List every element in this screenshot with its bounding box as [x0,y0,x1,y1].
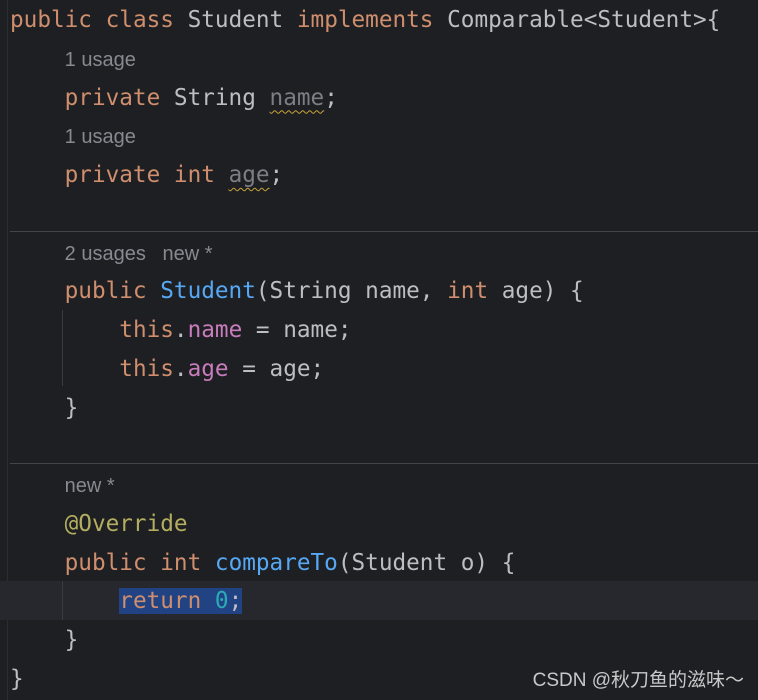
code-token: public [64,278,161,305]
code-token: String [173,84,270,111]
code-token: @Override [64,510,188,537]
inlay-hint-line[interactable]: 2 usages new * [10,234,213,273]
code-token: ; [324,84,338,111]
code-token: private [64,84,174,111]
code-token: int [160,549,215,576]
method-separator [10,231,758,232]
code-line[interactable]: } [10,621,79,660]
code-editor[interactable]: public class Student implements Comparab… [0,0,758,700]
code-token: implements [296,7,448,33]
inlay-hint-line[interactable]: 1 usage [10,40,136,79]
code-token: (String name, [255,278,448,305]
code-token: . [173,317,188,343]
code-token: } [64,394,79,421]
code-line[interactable]: private int age; [10,156,284,195]
code-token: ; [269,162,284,188]
code-token: age) { [501,278,584,305]
code-line[interactable]: private String name; [10,79,338,118]
method-separator [10,463,758,464]
code-line[interactable]: @Override [10,505,188,544]
code-token: age [187,355,229,382]
code-token: public [10,7,106,33]
code-token: int [447,278,502,305]
inlay-hint[interactable]: 1 usage [65,126,136,148]
code-token: . [173,355,188,382]
code-token: = name; [242,317,352,343]
code-token: age [228,162,270,188]
code-token: this [119,317,174,343]
code-token: ; [228,588,243,615]
code-token: Student [187,7,297,33]
code-line[interactable]: this.name = name; [10,311,352,350]
inlay-hint[interactable]: new * [65,475,115,497]
code-token: (Student o) { [337,549,516,576]
code-line[interactable]: return 0; [10,582,243,621]
code-token: compareTo [214,549,338,576]
code-token: } [10,665,24,692]
code-line[interactable]: public Student(String name, int age) { [10,272,584,311]
code-token: = age; [228,355,325,382]
code-line[interactable]: } [10,389,79,428]
code-token: 0 [214,588,229,615]
inlay-hint-line[interactable]: 1 usage [10,117,136,156]
code-line[interactable]: this.age = age; [10,350,324,389]
code-line[interactable]: } [10,660,24,699]
code-token: return [119,588,215,615]
code-line[interactable]: public int compareTo(Student o) { [10,544,516,583]
code-token: this [119,355,174,382]
code-line[interactable]: public class Student implements Comparab… [10,1,720,40]
inlay-hint-line[interactable]: new * [10,466,115,505]
inlay-hint[interactable]: 2 usages new * [65,243,213,265]
inlay-hint[interactable]: 1 usage [65,49,136,71]
watermark: CSDN @秋刀鱼的滋味～ [532,670,744,691]
code-token: name [187,317,243,343]
code-token: private [64,162,174,188]
code-token: Student [160,278,256,305]
code-token: int [173,162,229,188]
code-token: } [64,627,79,653]
code-token: public [64,549,161,576]
code-token: Comparable<Student>{ [447,7,721,33]
code-token: class [105,7,188,33]
code-token: name [269,84,325,111]
